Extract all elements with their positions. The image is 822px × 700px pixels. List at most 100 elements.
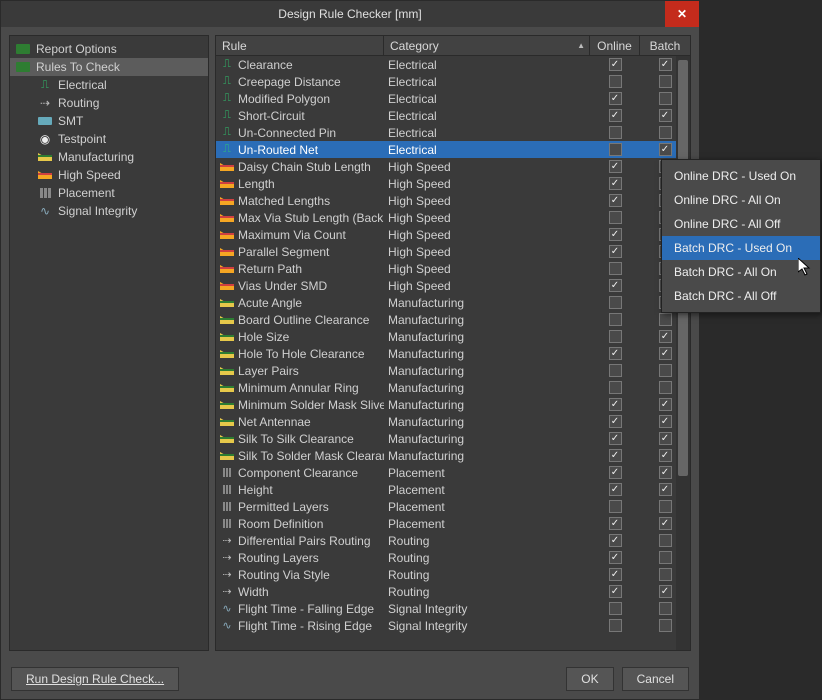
online-checkbox[interactable] [609, 619, 622, 632]
batch-checkbox[interactable] [659, 398, 672, 411]
online-checkbox[interactable] [609, 75, 622, 88]
table-row[interactable]: ∿Flight Time - Falling EdgeSignal Integr… [216, 600, 690, 617]
online-checkbox[interactable] [609, 483, 622, 496]
batch-checkbox[interactable] [659, 602, 672, 615]
batch-checkbox[interactable] [659, 568, 672, 581]
batch-checkbox[interactable] [659, 483, 672, 496]
online-checkbox[interactable] [609, 228, 622, 241]
table-row[interactable]: Daisy Chain Stub LengthHigh Speed [216, 158, 690, 175]
online-checkbox[interactable] [609, 58, 622, 71]
batch-checkbox[interactable] [659, 92, 672, 105]
batch-checkbox[interactable] [659, 143, 672, 156]
table-row[interactable]: ⇢Routing LayersRouting [216, 549, 690, 566]
batch-checkbox[interactable] [659, 449, 672, 462]
table-row[interactable]: Permitted LayersPlacement [216, 498, 690, 515]
table-row[interactable]: Component ClearancePlacement [216, 464, 690, 481]
online-checkbox[interactable] [609, 602, 622, 615]
online-checkbox[interactable] [609, 551, 622, 564]
batch-checkbox[interactable] [659, 58, 672, 71]
online-checkbox[interactable] [609, 466, 622, 479]
table-row[interactable]: Return PathHigh Speed [216, 260, 690, 277]
table-row[interactable]: ⎍Un-Routed NetElectrical [216, 141, 690, 158]
online-checkbox[interactable] [609, 517, 622, 530]
tree-item-high-speed[interactable]: High Speed [10, 166, 208, 184]
col-online[interactable]: Online [590, 36, 640, 55]
online-checkbox[interactable] [609, 109, 622, 122]
tree-item-signal-integrity[interactable]: ∿Signal Integrity [10, 202, 208, 220]
online-checkbox[interactable] [609, 500, 622, 513]
table-row[interactable]: ∿Flight Time - Rising EdgeSignal Integri… [216, 617, 690, 634]
ok-button[interactable]: OK [566, 667, 613, 691]
table-row[interactable]: Minimum Solder Mask SliverManufacturing [216, 396, 690, 413]
table-row[interactable]: Maximum Via CountHigh Speed [216, 226, 690, 243]
online-checkbox[interactable] [609, 194, 622, 207]
batch-checkbox[interactable] [659, 415, 672, 428]
batch-checkbox[interactable] [659, 330, 672, 343]
online-checkbox[interactable] [609, 245, 622, 258]
batch-checkbox[interactable] [659, 466, 672, 479]
table-row[interactable]: ⎍Creepage DistanceElectrical [216, 73, 690, 90]
batch-checkbox[interactable] [659, 75, 672, 88]
table-row[interactable]: Room DefinitionPlacement [216, 515, 690, 532]
online-checkbox[interactable] [609, 211, 622, 224]
tree-item-electrical[interactable]: ⎍Electrical [10, 76, 208, 94]
table-row[interactable]: LengthHigh Speed [216, 175, 690, 192]
table-row[interactable]: ⎍ClearanceElectrical [216, 56, 690, 73]
online-checkbox[interactable] [609, 313, 622, 326]
batch-checkbox[interactable] [659, 432, 672, 445]
batch-checkbox[interactable] [659, 347, 672, 360]
tree-item-smt[interactable]: SMT [10, 112, 208, 130]
ctx-batch-drc-all-on[interactable]: Batch DRC - All On [662, 260, 820, 284]
cancel-button[interactable]: Cancel [622, 667, 689, 691]
tree-item-report-options[interactable]: Report Options [10, 40, 208, 58]
batch-checkbox[interactable] [659, 109, 672, 122]
online-checkbox[interactable] [609, 415, 622, 428]
batch-checkbox[interactable] [659, 534, 672, 547]
table-row[interactable]: Layer PairsManufacturing [216, 362, 690, 379]
close-button[interactable]: ✕ [665, 1, 699, 27]
table-row[interactable]: ⎍Short-CircuitElectrical [216, 107, 690, 124]
table-row[interactable]: ⎍Modified PolygonElectrical [216, 90, 690, 107]
table-row[interactable]: Hole To Hole ClearanceManufacturing [216, 345, 690, 362]
tree-item-testpoint[interactable]: ◉Testpoint [10, 130, 208, 148]
online-checkbox[interactable] [609, 126, 622, 139]
col-batch[interactable]: Batch [640, 36, 690, 55]
col-rule[interactable]: Rule [216, 36, 384, 55]
tree-item-placement[interactable]: Placement [10, 184, 208, 202]
batch-checkbox[interactable] [659, 551, 672, 564]
batch-checkbox[interactable] [659, 619, 672, 632]
batch-checkbox[interactable] [659, 500, 672, 513]
titlebar[interactable]: Design Rule Checker [mm] ✕ [1, 1, 699, 27]
batch-checkbox[interactable] [659, 313, 672, 326]
online-checkbox[interactable] [609, 585, 622, 598]
tree-item-manufacturing[interactable]: Manufacturing [10, 148, 208, 166]
batch-checkbox[interactable] [659, 364, 672, 377]
batch-checkbox[interactable] [659, 381, 672, 394]
table-row[interactable]: Matched LengthsHigh Speed [216, 192, 690, 209]
table-row[interactable]: Board Outline ClearanceManufacturing [216, 311, 690, 328]
table-row[interactable]: Hole SizeManufacturing [216, 328, 690, 345]
online-checkbox[interactable] [609, 160, 622, 173]
table-row[interactable]: Silk To Silk ClearanceManufacturing [216, 430, 690, 447]
online-checkbox[interactable] [609, 92, 622, 105]
table-row[interactable]: ⎍Un-Connected PinElectrical [216, 124, 690, 141]
online-checkbox[interactable] [609, 534, 622, 547]
online-checkbox[interactable] [609, 177, 622, 190]
table-row[interactable]: Acute AngleManufacturing [216, 294, 690, 311]
tree-item-rules-to-check[interactable]: Rules To Check [10, 58, 208, 76]
grid-body[interactable]: ⎍ClearanceElectrical⎍Creepage DistanceEl… [216, 56, 690, 650]
online-checkbox[interactable] [609, 364, 622, 377]
online-checkbox[interactable] [609, 449, 622, 462]
table-row[interactable]: ⇢WidthRouting [216, 583, 690, 600]
context-menu[interactable]: Online DRC - Used OnOnline DRC - All OnO… [661, 159, 821, 313]
col-category[interactable]: Category ▲ [384, 36, 590, 55]
table-row[interactable]: HeightPlacement [216, 481, 690, 498]
vertical-scrollbar[interactable] [676, 56, 690, 650]
ctx-online-drc-all-off[interactable]: Online DRC - All Off [662, 212, 820, 236]
online-checkbox[interactable] [609, 262, 622, 275]
table-row[interactable]: ⇢Differential Pairs RoutingRouting [216, 532, 690, 549]
ctx-online-drc-used-on[interactable]: Online DRC - Used On [662, 164, 820, 188]
run-drc-button[interactable]: Run Design Rule Check... [11, 667, 179, 691]
batch-checkbox[interactable] [659, 585, 672, 598]
online-checkbox[interactable] [609, 143, 622, 156]
